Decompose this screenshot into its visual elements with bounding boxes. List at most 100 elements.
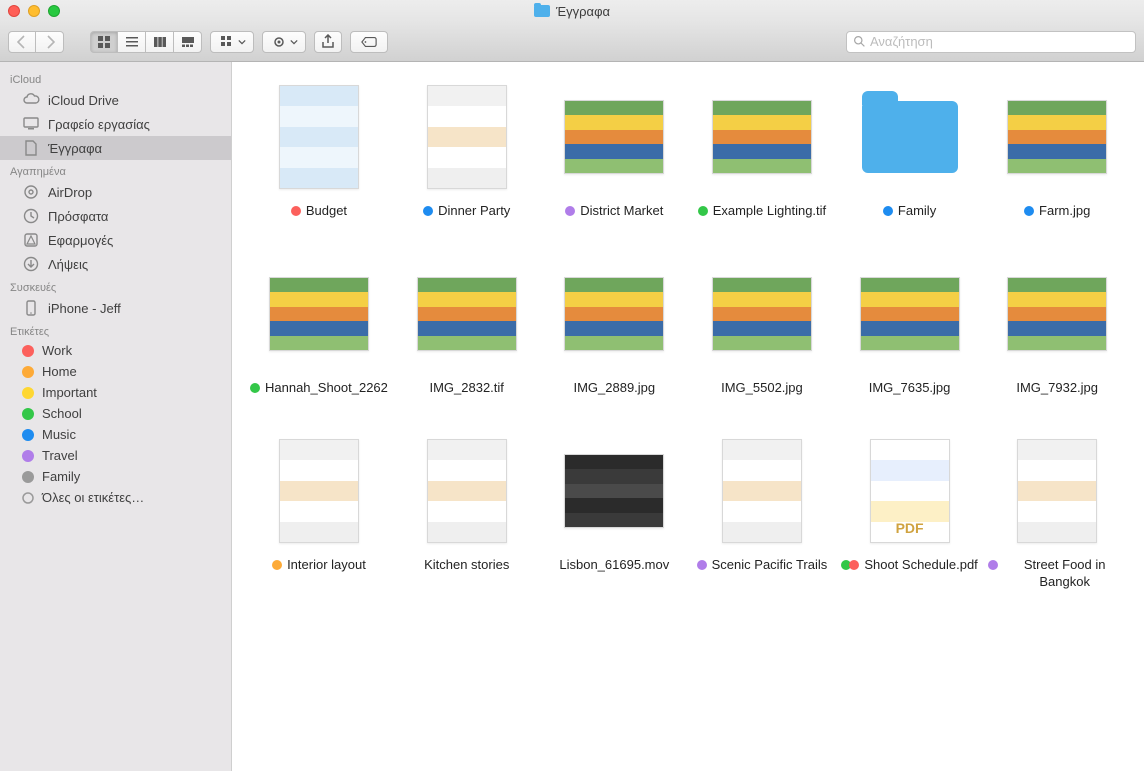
file-item[interactable]: District Market — [546, 82, 684, 219]
tag-dot-icon — [697, 560, 707, 570]
arrange-button[interactable] — [210, 31, 254, 53]
search-input[interactable] — [870, 34, 1129, 49]
chevron-down-icon — [238, 34, 246, 50]
tag-dot-icon — [22, 366, 34, 378]
file-thumb-wrap — [707, 82, 817, 192]
icon-view-button[interactable] — [90, 31, 118, 53]
sidebar-item-label: Πρόσφατα — [48, 209, 108, 224]
columns-icon — [152, 34, 168, 50]
file-thumb-wrap — [264, 259, 374, 369]
chevron-down-icon — [290, 34, 298, 50]
file-item[interactable]: IMG_2889.jpg — [546, 259, 684, 396]
sidebar-item-phone[interactable]: iPhone - Jeff — [0, 296, 231, 320]
file-thumbnail — [1007, 100, 1107, 174]
gallery-icon — [180, 34, 196, 50]
sidebar-item-label: Λήψεις — [48, 257, 88, 272]
sidebar-header: Συσκευές — [0, 276, 231, 296]
sidebar: iCloudiCloud DriveΓραφείο εργασίαςΈγγραφ… — [0, 62, 232, 771]
file-name-text: District Market — [580, 202, 663, 219]
sidebar-item-label: School — [42, 406, 82, 421]
gear-icon — [271, 34, 287, 50]
file-thumb-wrap — [1002, 436, 1112, 546]
sidebar-tag-gray[interactable]: Family — [0, 466, 231, 487]
file-name-text: IMG_5502.jpg — [721, 379, 803, 396]
file-item[interactable]: Street Food in Bangkok — [988, 436, 1126, 590]
tag-dot-icon — [988, 560, 998, 570]
tag-dot-icon — [22, 387, 34, 399]
file-item[interactable]: Hannah_Shoot_2262 — [250, 259, 388, 396]
file-item[interactable]: Interior layout — [250, 436, 388, 590]
file-item[interactable]: IMG_7932.jpg — [988, 259, 1126, 396]
sidebar-item-cloud[interactable]: iCloud Drive — [0, 88, 231, 112]
sidebar-item-downloads[interactable]: Λήψεις — [0, 252, 231, 276]
folder-icon — [534, 5, 550, 17]
content-area[interactable]: Budget Dinner Party District Market Example… — [232, 62, 1144, 771]
tag-dot-icon — [22, 345, 34, 357]
sidebar-tag-red[interactable]: Work — [0, 340, 231, 361]
clock-icon — [22, 207, 40, 225]
file-thumb-wrap — [707, 436, 817, 546]
file-thumb-wrap — [264, 82, 374, 192]
file-name-text: Budget — [306, 202, 347, 219]
sidebar-item-label: Family — [42, 469, 80, 484]
file-name-text: Example Lighting.tif — [713, 202, 826, 219]
share-button[interactable] — [314, 31, 342, 53]
file-name: Dinner Party — [423, 202, 510, 219]
file-item[interactable]: Lisbon_61695.mov — [546, 436, 684, 590]
sidebar-tag-yellow[interactable]: Important — [0, 382, 231, 403]
file-item[interactable]: IMG_7635.jpg — [841, 259, 979, 396]
sidebar-tag-purple[interactable]: Travel — [0, 445, 231, 466]
list-icon — [124, 34, 140, 50]
file-name-text: IMG_2889.jpg — [573, 379, 655, 396]
file-thumbnail — [564, 454, 664, 528]
file-name-text: Lisbon_61695.mov — [559, 556, 669, 573]
list-view-button[interactable] — [118, 31, 146, 53]
sidebar-item-doc[interactable]: Έγγραφα — [0, 136, 231, 160]
file-item[interactable]: IMG_2832.tif — [398, 259, 536, 396]
file-item[interactable]: IMG_5502.jpg — [693, 259, 831, 396]
doc-icon — [22, 139, 40, 157]
file-thumbnail — [1007, 277, 1107, 351]
window-title-text: Έγγραφα — [556, 4, 610, 19]
file-name: IMG_2889.jpg — [573, 379, 655, 396]
file-item[interactable]: Scenic Pacific Trails — [693, 436, 831, 590]
column-view-button[interactable] — [146, 31, 174, 53]
forward-button[interactable] — [36, 31, 64, 53]
sidebar-item-label: AirDrop — [48, 185, 92, 200]
tag-dot-icon — [272, 560, 282, 570]
search-field[interactable] — [846, 31, 1136, 53]
sidebar-tag-green[interactable]: School — [0, 403, 231, 424]
phone-icon — [22, 299, 40, 317]
sidebar-item-apps[interactable]: Εφαρμογές — [0, 228, 231, 252]
sidebar-item-airdrop[interactable]: AirDrop — [0, 180, 231, 204]
tag-dot-icon — [22, 408, 34, 420]
tags-button[interactable] — [350, 31, 388, 53]
file-item[interactable]: Example Lighting.tif — [693, 82, 831, 219]
sidebar-tag-blue[interactable]: Music — [0, 424, 231, 445]
file-item[interactable]: Budget — [250, 82, 388, 219]
titlebar: Έγγραφα — [0, 0, 1144, 22]
sidebar-tag-all[interactable]: Όλες οι ετικέτες… — [0, 487, 231, 508]
file-name: District Market — [565, 202, 663, 219]
file-name: IMG_7635.jpg — [869, 379, 951, 396]
sidebar-tag-orange[interactable]: Home — [0, 361, 231, 382]
file-item[interactable]: Farm.jpg — [988, 82, 1126, 219]
sidebar-item-desktop[interactable]: Γραφείο εργασίας — [0, 112, 231, 136]
file-name-text: Street Food in Bangkok — [1003, 556, 1126, 590]
sidebar-item-clock[interactable]: Πρόσφατα — [0, 204, 231, 228]
file-thumb-wrap — [412, 82, 522, 192]
file-name: Kitchen stories — [424, 556, 509, 573]
sidebar-item-label: Home — [42, 364, 77, 379]
file-item[interactable]: Kitchen stories — [398, 436, 536, 590]
back-button[interactable] — [8, 31, 36, 53]
grid-icon — [96, 34, 112, 50]
file-item[interactable]: PDFShoot Schedule.pdf — [841, 436, 979, 590]
file-item[interactable]: Family — [841, 82, 979, 219]
sidebar-header: Ετικέτες — [0, 320, 231, 340]
file-thumb-wrap: PDF — [855, 436, 965, 546]
action-button[interactable] — [262, 31, 306, 53]
window-title: Έγγραφα — [0, 4, 1144, 19]
gallery-view-button[interactable] — [174, 31, 202, 53]
file-thumbnail — [860, 277, 960, 351]
file-item[interactable]: Dinner Party — [398, 82, 536, 219]
